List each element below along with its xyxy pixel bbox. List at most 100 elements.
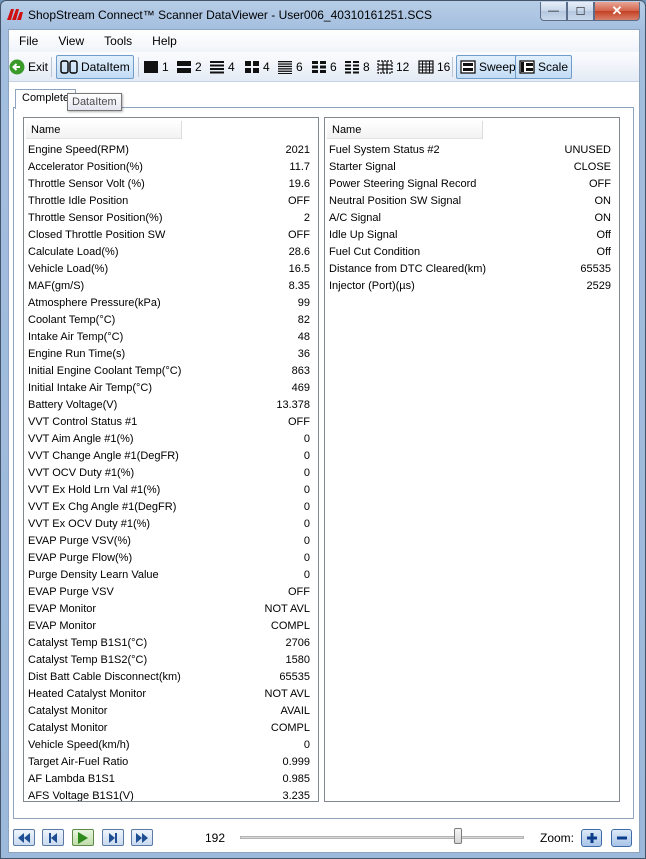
data-row[interactable]: Battery Voltage(V) 13.378 — [24, 397, 318, 414]
data-row[interactable]: Accelerator Position(%) 11.7 — [24, 159, 318, 176]
data-row[interactable]: AFS Voltage B1S1(V) 3.235 — [24, 788, 318, 802]
data-row[interactable]: Fuel Cut Condition Off — [325, 244, 619, 261]
data-row[interactable]: Target Air-Fuel Ratio 0.999 — [24, 754, 318, 771]
data-item-value: 3.235 — [282, 790, 310, 802]
data-row[interactable]: Throttle Sensor Position(%) 2 — [24, 210, 318, 227]
data-row[interactable]: VVT Ex OCV Duty #1(%) 0 — [24, 516, 318, 533]
layout-4-grid-button[interactable]: 4 — [244, 55, 270, 79]
dataitem-button[interactable]: DataItem — [56, 55, 134, 79]
data-row[interactable]: Distance from DTC Cleared(km) 65535 — [325, 261, 619, 278]
frame-slider-track[interactable] — [240, 836, 524, 839]
data-row[interactable]: VVT Ex Chg Angle #1(DegFR) 0 — [24, 499, 318, 516]
data-item-name: Vehicle Load(%) — [28, 263, 109, 275]
data-row[interactable]: Starter Signal CLOSE — [325, 159, 619, 176]
data-item-value: 2706 — [285, 637, 310, 649]
data-row[interactable]: Power Steering Signal Record OFF — [325, 176, 619, 193]
zoom-in-button[interactable] — [581, 829, 602, 847]
data-row[interactable]: EVAP Purge VSV(%) 0 — [24, 533, 318, 550]
data-row[interactable]: Throttle Idle Position OFF — [24, 193, 318, 210]
data-row[interactable]: Heated Catalyst Monitor NOT AVL — [24, 686, 318, 703]
data-row[interactable]: Injector (Port)(µs) 2529 — [325, 278, 619, 295]
menu-view[interactable]: View — [48, 34, 94, 48]
data-row[interactable]: Calculate Load(%) 28.6 — [24, 244, 318, 261]
data-row[interactable]: VVT Control Status #1 OFF — [24, 414, 318, 431]
next-frame-button[interactable] — [102, 829, 124, 846]
data-item-name: Dist Batt Cable Disconnect(km) — [28, 671, 181, 683]
sweep-button[interactable]: Sweep — [456, 55, 520, 79]
data-item-value: 28.6 — [288, 246, 310, 258]
data-row[interactable]: Purge Density Learn Value 0 — [24, 567, 318, 584]
layout-6-grid-button[interactable]: 6 — [311, 55, 337, 79]
menu-file[interactable]: File — [9, 34, 48, 48]
data-row[interactable]: VVT Ex Hold Lrn Val #1(%) 0 — [24, 482, 318, 499]
data-item-name: Atmosphere Pressure(kPa) — [28, 297, 161, 309]
layout-6-rows-icon — [278, 61, 292, 74]
left-name-column-header[interactable]: Name — [26, 121, 182, 139]
play-button[interactable] — [72, 829, 94, 846]
data-row[interactable]: MAF(gm/S) 8.35 — [24, 278, 318, 295]
data-row[interactable]: Idle Up Signal Off — [325, 227, 619, 244]
left-data-pane[interactable]: Name Engine Speed(RPM) 2021 Accelerator Po… — [23, 117, 319, 802]
menu-tools[interactable]: Tools — [94, 34, 142, 48]
layout-8-label: 8 — [363, 60, 370, 74]
layout-2-button[interactable]: 2 — [176, 55, 202, 79]
minimize-button[interactable]: — — [540, 2, 567, 21]
first-frame-button[interactable] — [13, 829, 35, 846]
data-item-name: EVAP Purge VSV(%) — [28, 535, 131, 547]
layout-12-button[interactable]: 12 — [377, 55, 409, 79]
data-row[interactable]: EVAP Monitor COMPL — [24, 618, 318, 635]
data-row[interactable]: AF Lambda B1S1 0.985 — [24, 771, 318, 788]
data-row[interactable]: VVT OCV Duty #1(%) 0 — [24, 465, 318, 482]
data-item-value: 11.7 — [289, 161, 310, 173]
data-item-value: Off — [596, 229, 611, 241]
data-row[interactable]: Catalyst Monitor AVAIL — [24, 703, 318, 720]
data-item-value: ON — [594, 212, 612, 224]
data-item-name: Catalyst Monitor — [28, 705, 108, 717]
maximize-button[interactable]: ☐ — [567, 2, 594, 21]
zoom-out-button[interactable] — [611, 829, 632, 847]
data-row[interactable]: VVT Change Angle #1(DegFR) 0 — [24, 448, 318, 465]
layout-6-rows-button[interactable]: 6 — [277, 55, 303, 79]
data-row[interactable]: Vehicle Speed(km/h) 0 — [24, 737, 318, 754]
menu-help[interactable]: Help — [142, 34, 187, 48]
data-row[interactable]: Fuel System Status #2 UNUSED — [325, 142, 619, 159]
data-row[interactable]: Atmosphere Pressure(kPa) 99 — [24, 295, 318, 312]
client-area: File View Tools Help Exit DataItem 1 2 4… — [8, 29, 640, 853]
data-item-name: VVT Ex Hold Lrn Val #1(%) — [28, 484, 161, 496]
data-row[interactable]: Catalyst Temp B1S2(°C) 1580 — [24, 652, 318, 669]
right-name-column-header[interactable]: Name — [327, 121, 483, 139]
data-row[interactable]: Closed Throttle Position SW OFF — [24, 227, 318, 244]
data-row[interactable]: Engine Run Time(s) 36 — [24, 346, 318, 363]
data-item-name: VVT Ex OCV Duty #1(%) — [28, 518, 151, 530]
data-row[interactable]: EVAP Purge VSV OFF — [24, 584, 318, 601]
layout-4-rows-button[interactable]: 4 — [209, 55, 235, 79]
close-button[interactable]: ✕ — [594, 2, 640, 21]
data-row[interactable]: Vehicle Load(%) 16.5 — [24, 261, 318, 278]
data-row[interactable]: Throttle Sensor Volt (%) 19.6 — [24, 176, 318, 193]
data-item-name: Accelerator Position(%) — [28, 161, 143, 173]
data-row[interactable]: Initial Intake Air Temp(°C) 469 — [24, 380, 318, 397]
scale-button[interactable]: Scale — [515, 55, 573, 79]
layout-16-button[interactable]: 16 — [418, 55, 450, 79]
data-row[interactable]: Initial Engine Coolant Temp(°C) 863 — [24, 363, 318, 380]
data-row[interactable]: Catalyst Temp B1S1(°C) 2706 — [24, 635, 318, 652]
right-data-pane[interactable]: Name Fuel System Status #2 UNUSED Starter … — [324, 117, 620, 802]
data-row[interactable]: Coolant Temp(°C) 82 — [24, 312, 318, 329]
data-row[interactable]: A/C Signal ON — [325, 210, 619, 227]
data-row[interactable]: EVAP Purge Flow(%) 0 — [24, 550, 318, 567]
data-row[interactable]: EVAP Monitor NOT AVL — [24, 601, 318, 618]
layout-8-button[interactable]: 8 — [344, 55, 370, 79]
data-row[interactable]: Engine Speed(RPM) 2021 — [24, 142, 318, 159]
window-title: ShopStream Connect™ Scanner DataViewer -… — [28, 8, 433, 22]
frame-slider-thumb[interactable] — [454, 828, 462, 844]
data-row[interactable]: Intake Air Temp(°C) 48 — [24, 329, 318, 346]
data-row[interactable]: Catalyst Monitor COMPL — [24, 720, 318, 737]
data-row[interactable]: Dist Batt Cable Disconnect(km) 65535 — [24, 669, 318, 686]
data-row[interactable]: VVT Aim Angle #1(%) 0 — [24, 431, 318, 448]
layout-1-button[interactable]: 1 — [143, 55, 169, 79]
data-row[interactable]: Neutral Position SW Signal ON — [325, 193, 619, 210]
title-bar[interactable]: ShopStream Connect™ Scanner DataViewer -… — [1, 1, 645, 29]
last-frame-button[interactable] — [131, 829, 153, 846]
previous-frame-button[interactable] — [42, 829, 64, 846]
exit-button[interactable]: Exit — [9, 55, 48, 79]
